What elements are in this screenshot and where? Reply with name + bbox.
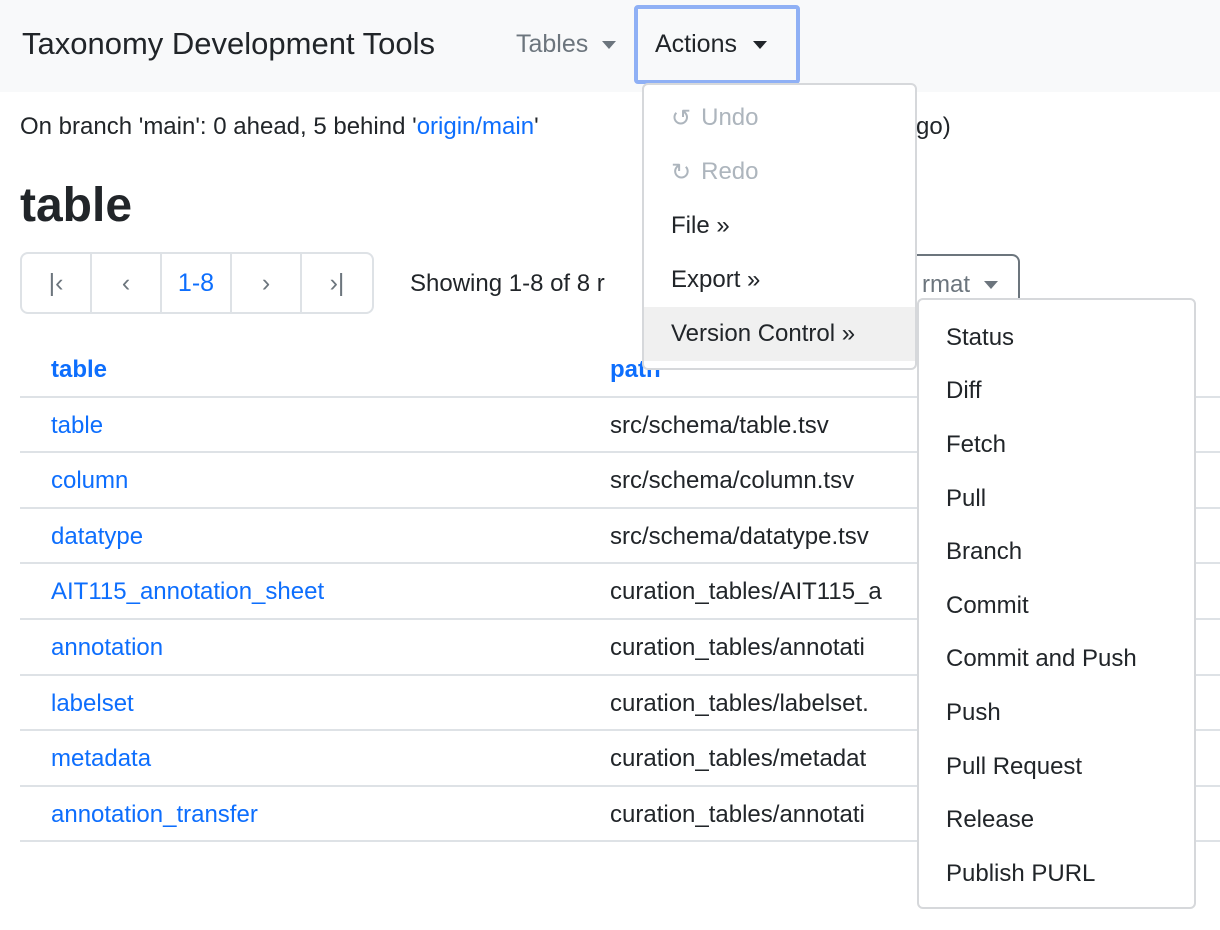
vc-item-commit-and-push[interactable]: Commit and Push xyxy=(919,633,1194,687)
table-link[interactable]: datatype xyxy=(51,523,143,551)
table-path: src/schema/table.tsv xyxy=(610,411,829,439)
menu-item-label: File » xyxy=(671,212,730,239)
last-page-button[interactable]: ›| xyxy=(302,254,372,312)
brand[interactable]: Taxonomy Development Tools xyxy=(22,26,435,62)
menu-item-file[interactable]: File » xyxy=(644,199,915,253)
navbar: Taxonomy Development Tools Tables Action… xyxy=(0,0,1220,92)
format-label: rmat xyxy=(922,271,970,298)
table-link[interactable]: AIT115_annotation_sheet xyxy=(51,578,324,606)
menu-item-label: Redo xyxy=(701,158,759,185)
tables-label: Tables xyxy=(516,30,589,58)
actions-dropdown[interactable]: Actions xyxy=(634,5,800,84)
table-link[interactable]: labelset xyxy=(51,690,134,718)
vc-item-fetch[interactable]: Fetch xyxy=(919,418,1194,472)
table-path: curation_tables/annotati xyxy=(610,800,865,828)
table-link[interactable]: metadata xyxy=(51,745,151,773)
branch-status: On branch 'main': 0 ahead, 5 behind 'ori… xyxy=(20,113,539,141)
vc-item-diff[interactable]: Diff xyxy=(919,365,1194,419)
table-path: src/schema/datatype.tsv xyxy=(610,522,869,550)
table-path: curation_tables/annotati xyxy=(610,633,865,661)
vc-item-pull[interactable]: Pull xyxy=(919,472,1194,526)
current-page[interactable]: 1-8 xyxy=(162,254,232,312)
vc-item-status[interactable]: Status xyxy=(919,311,1194,365)
first-page-button[interactable]: |‹ xyxy=(22,254,92,312)
menu-item-undo[interactable]: ↺ Undo xyxy=(644,91,915,145)
remote-link[interactable]: origin/main xyxy=(417,113,534,140)
caret-down-icon xyxy=(752,40,767,49)
version-control-submenu: Status Diff Fetch Pull Branch Commit Commit an… xyxy=(917,298,1196,909)
caret-down-icon xyxy=(602,40,617,49)
showing-count: Showing 1-8 of 8 r xyxy=(410,270,605,297)
table-path: curation_tables/labelset. xyxy=(610,689,869,717)
status-suffix: ' xyxy=(534,113,539,140)
vc-item-release[interactable]: Release xyxy=(919,793,1194,847)
menu-item-label: Export » xyxy=(671,266,761,293)
vc-item-pull-request[interactable]: Pull Request xyxy=(919,740,1194,794)
caret-down-icon xyxy=(984,281,998,289)
table-link[interactable]: annotation xyxy=(51,634,163,662)
menu-item-export[interactable]: Export » xyxy=(644,253,915,307)
vc-item-publish-purl[interactable]: Publish PURL xyxy=(919,847,1194,901)
menu-item-label: Undo xyxy=(701,104,759,131)
status-prefix: On branch 'main': 0 ahead, 5 behind ' xyxy=(20,113,417,140)
menu-item-version-control[interactable]: Version Control » xyxy=(644,307,915,361)
actions-label: Actions xyxy=(655,30,737,58)
menu-item-redo[interactable]: ↻ Redo xyxy=(644,145,915,199)
status-tail: go) xyxy=(916,113,951,140)
vc-item-branch[interactable]: Branch xyxy=(919,525,1194,579)
table-link[interactable]: table xyxy=(51,412,103,440)
redo-icon: ↻ xyxy=(671,158,692,186)
tables-dropdown[interactable]: Tables xyxy=(516,30,617,59)
actions-menu: ↺ Undo ↻ Redo File » Export » Version Control … xyxy=(642,83,917,370)
table-path: curation_tables/AIT115_a xyxy=(610,578,882,606)
page-title: table xyxy=(20,179,133,232)
column-header-table[interactable]: table xyxy=(51,356,107,384)
next-page-button[interactable]: › xyxy=(232,254,302,312)
table-link[interactable]: annotation_transfer xyxy=(51,801,258,829)
vc-item-push[interactable]: Push xyxy=(919,686,1194,740)
table-path: src/schema/column.tsv xyxy=(610,467,855,495)
table-link[interactable]: column xyxy=(51,467,128,495)
menu-item-label: Version Control » xyxy=(671,320,856,347)
table-path: curation_tables/metadat xyxy=(610,745,867,773)
undo-icon: ↺ xyxy=(671,104,692,132)
vc-item-commit[interactable]: Commit xyxy=(919,579,1194,633)
prev-page-button[interactable]: ‹ xyxy=(92,254,162,312)
pagination: |‹ ‹ 1-8 › ›| xyxy=(20,252,374,314)
